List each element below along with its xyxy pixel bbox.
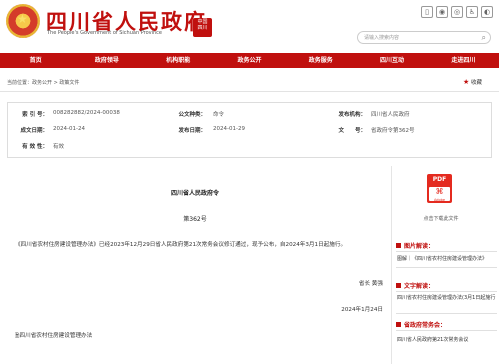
pdf-download-icon[interactable]: PDF ⌘ Adobe <box>427 174 452 203</box>
attachment-link[interactable]: 🗎四川省农村住房建设管理办法 <box>15 331 92 341</box>
category-value: 命令 <box>213 112 225 118</box>
sidebar-link-text-interpretation[interactable]: 四川省农村住房建设管理办法(3月1日起施行 <box>397 294 497 303</box>
elder-mode-icon[interactable]: ◐ <box>481 6 493 18</box>
site-header: ★ 四川省人民政府 The People's Government of Sic… <box>0 0 499 50</box>
document-info-table: 索 引 号： 008282882/2024-00038 公文种类： 命令 发布机… <box>7 102 492 158</box>
mobile-icon[interactable]: ▯ <box>421 6 433 18</box>
nav-item-home[interactable]: 首页 <box>0 53 71 68</box>
doc-number-label: 文 号： <box>338 128 366 134</box>
divider <box>396 267 497 268</box>
category-label: 公文种类： <box>178 112 206 118</box>
issuer-label: 发布机构： <box>338 112 366 118</box>
sidebar-section-title: 文字解读： <box>404 283 435 290</box>
article-signer: 省长 黄强 <box>358 281 383 287</box>
search-input[interactable] <box>364 34 474 42</box>
sidebar-section-text-interpretation: 文字解读： <box>396 281 497 291</box>
validity-label: 有 效 性： <box>22 144 48 150</box>
breadcrumb-label: 当前位置： <box>7 80 33 86</box>
divider <box>396 291 497 292</box>
divider <box>396 313 497 314</box>
sidebar-divider <box>391 166 392 364</box>
article-number: 第362号 <box>183 216 207 223</box>
site-subtitle: The People's Government of Sichuan Provi… <box>47 30 162 36</box>
site-seal-logo: 中国 四川 <box>193 18 212 37</box>
pdf-brand: Adobe <box>433 198 446 202</box>
issuer-value: 四川省人民政府 <box>371 112 410 118</box>
index-label: 索 引 号： <box>22 112 48 118</box>
sidebar-link-image-interpretation[interactable]: 图解｜《四川省农村住房建设管理办法》 <box>397 255 497 264</box>
article-date: 2024年1月24日 <box>341 307 383 313</box>
accessibility-icon[interactable]: ♿ <box>466 6 478 18</box>
search-box: ⌕ <box>357 31 491 44</box>
pdf-badge: PDF <box>432 176 447 183</box>
pdf-download-label[interactable]: 点击下载此文件 <box>396 215 486 222</box>
breadcrumb-link-policy[interactable]: 政策文件 <box>59 80 79 86</box>
favorite-button[interactable]: ★ 收藏 <box>463 78 482 86</box>
national-emblem-icon[interactable]: ★ <box>6 4 40 38</box>
nav-item-services[interactable]: 政务服务 <box>285 53 356 68</box>
sidebar-section-executive-meeting: 省政府常务会： <box>396 320 497 330</box>
main-nav: 首页 政府领导 机构职能 政务公开 政务服务 四川互动 走进四川 <box>0 53 499 68</box>
nav-item-interaction[interactable]: 四川互动 <box>356 53 427 68</box>
created-date-value: 2024-01-24 <box>53 126 85 132</box>
nav-item-leaders[interactable]: 政府领导 <box>71 53 142 68</box>
sidebar-link-executive-meeting[interactable]: 四川省人民政府第21次常务会议 <box>397 336 497 345</box>
top-icon-bar: ▯ ◉ ◎ ♿ ◐ <box>421 6 493 18</box>
section-marker-icon <box>396 322 401 327</box>
nav-item-institutions[interactable]: 机构职能 <box>143 53 214 68</box>
section-marker-icon <box>396 243 401 248</box>
index-value: 008282882/2024-00038 <box>53 110 120 116</box>
sidebar-section-title: 省政府常务会： <box>404 322 447 329</box>
star-icon: ★ <box>462 78 470 86</box>
breadcrumb: 当前位置：政务公开 > 政策文件 <box>7 79 79 86</box>
section-marker-icon <box>396 283 401 288</box>
breadcrumb-link-gov-affairs[interactable]: 政务公开 <box>32 80 52 86</box>
weibo-icon[interactable]: ◉ <box>436 6 448 18</box>
published-date-value: 2024-01-29 <box>213 126 245 132</box>
article-title: 四川省人民政府令 <box>170 190 219 197</box>
published-date-label: 发布日期： <box>178 128 206 134</box>
sidebar-section-image-interpretation: 图片解读： <box>396 241 497 251</box>
divider <box>0 91 499 92</box>
divider <box>396 330 497 331</box>
doc-number-value: 省政府令第362号 <box>371 128 415 134</box>
wechat-icon[interactable]: ◎ <box>451 6 463 18</box>
article-body: 《四川省农村住房建设管理办法》已经2023年12月29日省人民政府第21次常务会… <box>15 242 347 248</box>
nav-item-gov-affairs[interactable]: 政务公开 <box>214 53 285 68</box>
search-icon[interactable]: ⌕ <box>482 33 486 43</box>
nav-item-about-sichuan[interactable]: 走进四川 <box>428 53 499 68</box>
divider <box>396 251 497 252</box>
created-date-label: 成文日期： <box>20 128 48 134</box>
sidebar-section-title: 图片解读： <box>404 243 435 250</box>
validity-value: 有效 <box>53 144 65 150</box>
attachment-title: 四川省农村住房建设管理办法 <box>19 333 93 339</box>
favorite-label: 收藏 <box>470 80 482 86</box>
